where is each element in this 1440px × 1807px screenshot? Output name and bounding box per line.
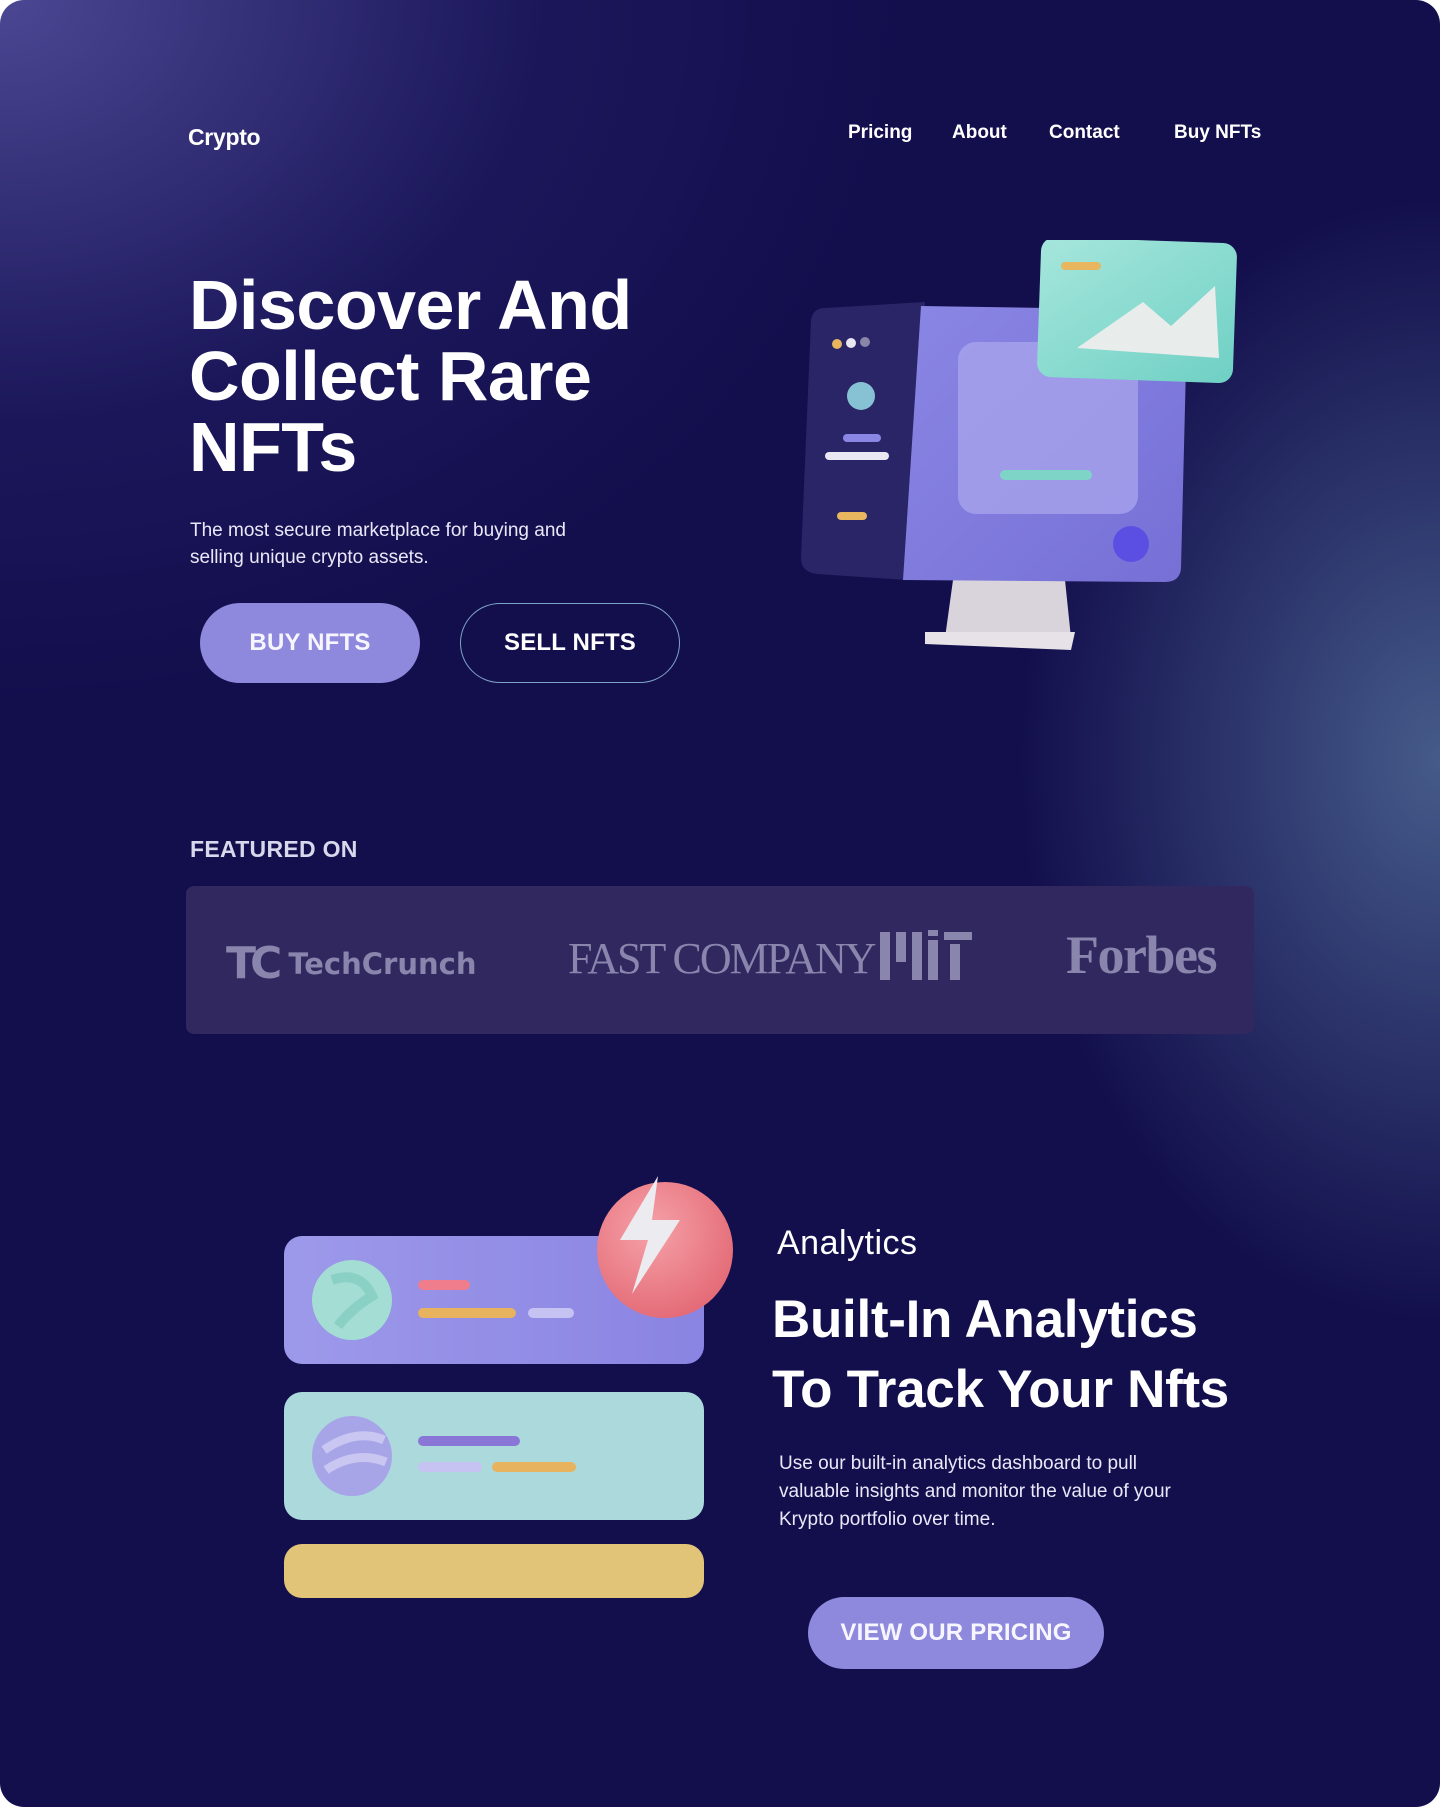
brand-logo[interactable]: Crypto (188, 124, 261, 151)
hero-title: Discover And Collect Rare NFTs (189, 270, 709, 483)
press-logo-strip: TC TechCrunch FAST COMPANY Forbes (186, 886, 1254, 1034)
fast-company-logo: FAST COMPANY (568, 934, 877, 983)
buy-nfts-button[interactable]: BUY NFTS (200, 603, 420, 683)
sidebar-avatar (847, 382, 875, 410)
landing-page: Crypto Pricing About Contact Buy NFTs Di… (0, 0, 1440, 1807)
monitor-base (925, 632, 1075, 650)
hero-subtitle: The most secure marketplace for buying a… (190, 520, 566, 568)
screen-bar (1000, 470, 1092, 480)
sell-nfts-button[interactable]: SELL NFTS (460, 603, 680, 683)
mit-logo (880, 928, 972, 985)
analytics-title-line: To Track Your Nfts (772, 1360, 1229, 1419)
nav-pricing[interactable]: Pricing (848, 122, 912, 144)
mit-logo-mark (880, 930, 972, 980)
screen-dot (1113, 526, 1149, 562)
techcrunch-mark: TC (226, 938, 282, 989)
hero-title-line: NFTs (189, 408, 357, 486)
nav-about[interactable]: About (952, 122, 1007, 144)
techcrunch-logo: TC TechCrunch (226, 938, 476, 989)
techcrunch-wordmark: TechCrunch (288, 946, 477, 981)
analytics-card-3 (284, 1544, 704, 1598)
featured-on-label: FEATURED ON (190, 836, 358, 862)
view-pricing-button[interactable]: VIEW OUR PRICING (808, 1597, 1104, 1669)
monitor-stand (945, 580, 1071, 638)
analytics-description: Use our built-in analytics dashboard to … (779, 1453, 1171, 1530)
monitor-illustration (801, 240, 1237, 650)
nav-contact[interactable]: Contact (1049, 122, 1120, 144)
analytics-title: Built-In Analytics To Track Your Nfts (772, 1285, 1332, 1425)
hero-title-line: Discover And (189, 266, 632, 344)
analytics-eyebrow: Analytics (777, 1224, 918, 1262)
nav-buy-nfts[interactable]: Buy NFTs (1174, 122, 1261, 144)
card-1-avatar (312, 1260, 392, 1340)
analytics-cards-illustration (284, 1176, 733, 1598)
hero-title-line: Collect Rare (189, 337, 592, 415)
lightning-coin (597, 1182, 733, 1318)
analytics-title-line: Built-In Analytics (772, 1290, 1198, 1349)
forbes-logo: Forbes (1066, 925, 1217, 985)
